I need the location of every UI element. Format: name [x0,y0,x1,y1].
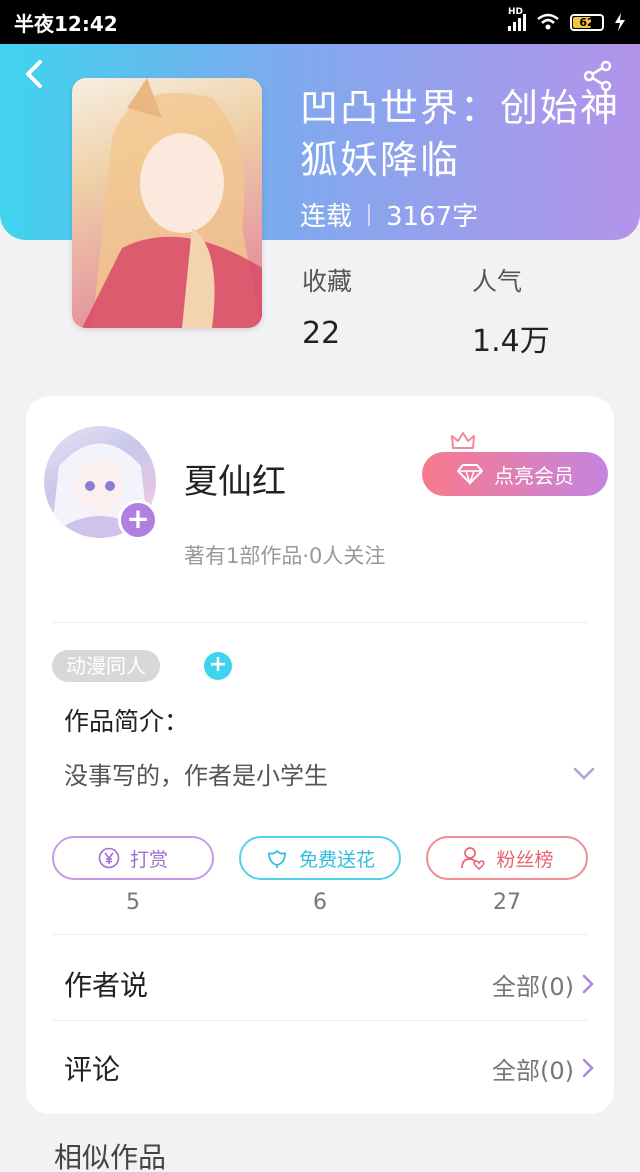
yen-icon [98,847,120,869]
cover-illustration [82,78,262,328]
vip-label: 点亮会员 [494,463,574,488]
stat-value: 22 [302,316,341,351]
chevron-right-icon [582,1058,594,1078]
author-says-more[interactable]: 全部(0) [492,967,594,1002]
chevron-left-icon [26,60,42,88]
flower-icon [268,850,286,868]
reward-count: 5 [126,890,140,915]
genre-tag[interactable]: 动漫同人 [52,650,160,682]
stat-label: 收藏 [302,267,353,296]
charging-icon [615,13,625,31]
stat-popularity: 人气 1.4万 [472,262,550,360]
book-status: 连载 [300,202,353,232]
author-says-row[interactable]: 作者说 全部(0) [64,964,594,1004]
author-says-label: 作者说 [64,969,149,1002]
chevron-down-icon[interactable] [572,766,596,782]
user-heart-icon [461,847,486,870]
status-icons: HD 62 [508,7,626,31]
fans-count: 27 [493,890,521,915]
author-name[interactable]: 夏仙红 [184,454,286,503]
comments-label: 评论 [64,1053,121,1086]
back-button[interactable] [22,58,50,94]
hd-label: HD [508,7,524,17]
send-flower-button[interactable]: 免费送花 [239,836,401,880]
add-tag-button[interactable]: + [204,652,232,680]
battery-level: 62 [579,15,595,29]
divider [52,934,588,935]
activate-vip-button[interactable]: 点亮会员 [422,452,608,496]
meta-divider [368,203,371,226]
stat-label: 人气 [472,267,523,296]
comments-count: 全部(0) [492,1056,574,1085]
crown-icon [451,432,475,449]
intro-text: 没事写的，作者是小学生 [64,762,328,790]
signal-icon: HD [508,7,526,31]
comments-row[interactable]: 评论 全部(0) [64,1048,594,1088]
fans-label: 粉丝榜 [496,848,554,871]
comments-more[interactable]: 全部(0) [492,1051,594,1086]
reward-button[interactable]: 打赏 [52,836,214,880]
status-time: 半夜12:42 [14,11,118,36]
similar-works-heading: 相似作品 [54,1141,167,1172]
wifi-icon [537,13,559,30]
book-title: 凹凸世界：创始神狐妖降临 [300,86,621,182]
fans-ranking-button[interactable]: 粉丝榜 [426,836,588,880]
stat-value: 1.4万 [472,324,550,359]
status-bar: 半夜12:42 HD 62 [0,0,640,44]
author-info: 著有1部作品·0人关注 [184,544,386,568]
detail-card: + 夏仙红 点亮会员 著有1部作品·0人关注 动漫同人 + 作品简介： 没事写的… [26,396,614,1114]
divider [52,622,588,623]
diamond-icon [457,464,483,485]
chevron-right-icon [582,974,594,994]
stat-favorites: 收藏 22 [302,262,352,351]
reward-label: 打赏 [129,848,168,871]
battery-icon: 62 [570,13,604,31]
book-word-count: 3167字 [386,202,479,232]
flower-label: 免费送花 [298,848,375,871]
book-meta: 连载 3167字 [300,196,478,233]
follow-author-button[interactable]: + [118,500,158,540]
intro-label: 作品简介： [64,707,190,736]
divider [52,1020,588,1021]
book-cover[interactable] [72,78,262,328]
author-says-count: 全部(0) [492,972,574,1001]
flower-count: 6 [313,890,327,915]
